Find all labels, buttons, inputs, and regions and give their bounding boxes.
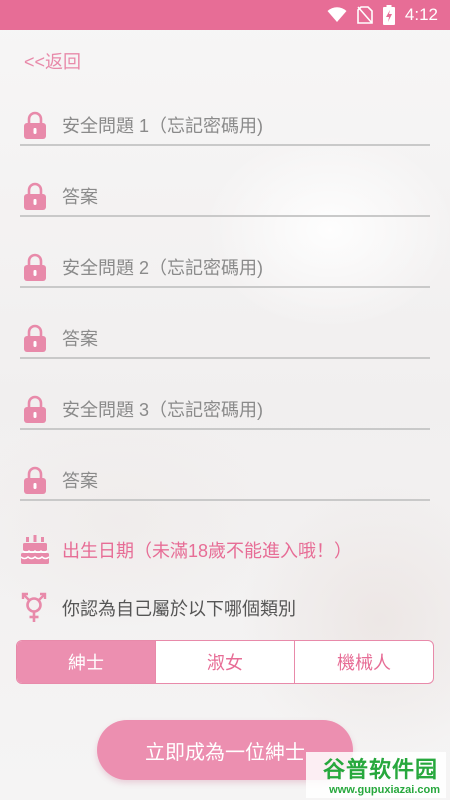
lock-icon — [24, 466, 46, 494]
security-question-3-field[interactable]: 安全問題 3（忘記密碼用) — [20, 390, 430, 430]
answer-2-field[interactable]: 答案 — [20, 319, 430, 359]
lock-icon — [24, 182, 46, 210]
wifi-icon — [327, 7, 347, 22]
watermark-logo: 谷普软件园 — [322, 757, 438, 782]
answer-1-placeholder: 答案 — [62, 187, 98, 207]
watermark: 谷普软件园 www.gupuxiazai.com — [306, 752, 446, 798]
gender-option-gentleman[interactable]: 紳士 — [17, 641, 156, 683]
answer-3-placeholder: 答案 — [62, 471, 98, 491]
security-question-2-placeholder: 安全問題 2（忘記密碼用) — [62, 258, 264, 278]
status-bar: 4:12 — [0, 0, 450, 30]
no-sim-icon — [357, 6, 373, 24]
status-time: 4:12 — [404, 5, 438, 24]
lock-icon — [24, 111, 46, 139]
lock-icon — [24, 324, 46, 352]
security-question-1-placeholder: 安全問題 1（忘記密碼用) — [62, 116, 264, 136]
gender-icon — [21, 592, 47, 622]
security-question-1-field[interactable]: 安全問題 1（忘記密碼用) — [20, 106, 430, 146]
security-question-3-placeholder: 安全問題 3（忘記密碼用) — [62, 400, 264, 420]
gender-question-label: 你認為自己屬於以下哪個類別 — [62, 599, 296, 619]
answer-3-field[interactable]: 答案 — [20, 461, 430, 501]
birth-date-picker[interactable]: 出生日期（未滿18歲不能進入哦！） — [20, 534, 352, 566]
gender-selector: 紳士 淑女 機械人 — [16, 640, 434, 684]
lock-icon — [24, 253, 46, 281]
birth-date-label: 出生日期（未滿18歲不能進入哦！） — [62, 541, 353, 561]
answer-2-placeholder: 答案 — [62, 329, 98, 349]
gender-option-lady[interactable]: 淑女 — [156, 641, 295, 683]
answer-1-field[interactable]: 答案 — [20, 177, 430, 217]
gender-option-robot[interactable]: 機械人 — [295, 641, 433, 683]
watermark-url: www.gupuxiazai.com — [329, 784, 440, 796]
battery-charging-icon — [382, 5, 395, 25]
security-question-2-field[interactable]: 安全問題 2（忘記密碼用) — [20, 248, 430, 288]
lock-icon — [24, 395, 46, 423]
gender-question: 你認為自己屬於以下哪個類別 — [20, 592, 296, 624]
back-button[interactable]: <<返回 — [24, 48, 81, 74]
birthday-cake-icon — [20, 535, 50, 564]
